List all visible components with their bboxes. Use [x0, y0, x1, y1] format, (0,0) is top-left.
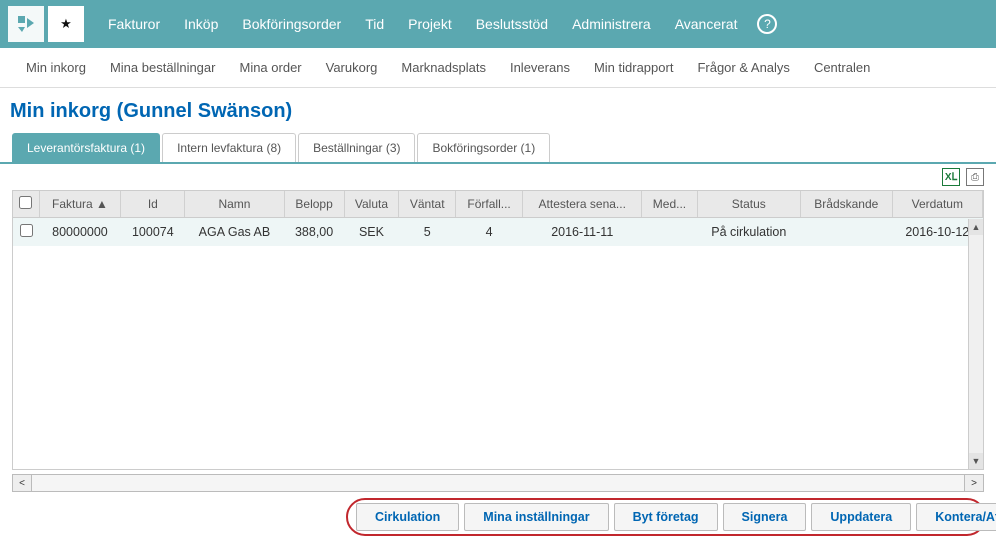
col-belopp[interactable]: Belopp — [284, 191, 344, 218]
cell-med — [642, 218, 697, 247]
select-all-checkbox[interactable] — [19, 196, 32, 209]
export-excel-icon[interactable]: XⅬ — [942, 168, 960, 186]
page-title: Min inkorg (Gunnel Swänson) — [0, 88, 996, 133]
cell-forfall: 4 — [456, 218, 523, 247]
cell-belopp: 388,00 — [284, 218, 344, 247]
col-med[interactable]: Med... — [642, 191, 697, 218]
subnav-min-tidrapport[interactable]: Min tidrapport — [584, 48, 683, 88]
row-checkbox[interactable] — [20, 224, 33, 237]
tab-bestallningar[interactable]: Beställningar (3) — [298, 133, 415, 162]
uppdatera-button[interactable]: Uppdatera — [811, 503, 911, 531]
cell-namn: AGA Gas AB — [185, 218, 284, 247]
scroll-left-icon[interactable]: < — [12, 474, 32, 492]
help-icon[interactable]: ? — [757, 14, 777, 34]
table-header-row: Faktura ▲ Id Namn Belopp Valuta Väntat F… — [13, 191, 983, 218]
scroll-track[interactable] — [32, 474, 964, 492]
subnav-mina-bestallningar[interactable]: Mina beställningar — [100, 48, 226, 88]
nav-projekt[interactable]: Projekt — [398, 0, 462, 48]
cell-vantat: 5 — [399, 218, 456, 247]
col-status[interactable]: Status — [697, 191, 800, 218]
col-verdatum[interactable]: Verdatum — [892, 191, 982, 218]
col-bradskande[interactable]: Brådskande — [801, 191, 893, 218]
invoice-table: Faktura ▲ Id Namn Belopp Valuta Väntat F… — [13, 191, 983, 246]
tab-row: Leverantörsfaktura (1) Intern levfaktura… — [0, 133, 996, 164]
col-valuta[interactable]: Valuta — [344, 191, 399, 218]
sub-navbar: Min inkorg Mina beställningar Mina order… — [0, 48, 996, 88]
subnav-min-inkorg[interactable]: Min inkorg — [16, 48, 96, 88]
nav-avancerat[interactable]: Avancerat — [665, 0, 748, 48]
action-buttons: Cirkulation Mina inställningar Byt föret… — [356, 503, 976, 531]
cell-bradskande — [801, 218, 893, 247]
tab-intern-levfaktura[interactable]: Intern levfaktura (8) — [162, 133, 296, 162]
invoice-table-container: Faktura ▲ Id Namn Belopp Valuta Väntat F… — [12, 190, 984, 470]
table-row[interactable]: 80000000 100074 AGA Gas AB 388,00 SEK 5 … — [13, 218, 983, 247]
actions-area: Cirkulation Mina inställningar Byt föret… — [8, 498, 988, 540]
cell-status: På cirkulation — [697, 218, 800, 247]
star-icon: ★ — [60, 16, 72, 32]
cirkulation-button[interactable]: Cirkulation — [356, 503, 459, 531]
col-vantat[interactable]: Väntat — [399, 191, 456, 218]
subnav-inleverans[interactable]: Inleverans — [500, 48, 580, 88]
print-icon[interactable]: ⎙ — [966, 168, 984, 186]
nav-tid[interactable]: Tid — [355, 0, 394, 48]
col-forfall[interactable]: Förfall... — [456, 191, 523, 218]
col-id[interactable]: Id — [121, 191, 185, 218]
kontera-attestera-button[interactable]: Kontera/Attestera — [916, 503, 996, 531]
scroll-down-icon[interactable]: ▼ — [969, 453, 983, 469]
byt-foretag-button[interactable]: Byt företag — [614, 503, 718, 531]
table-toolbar: XⅬ ⎙ — [0, 164, 996, 190]
col-namn[interactable]: Namn — [185, 191, 284, 218]
col-faktura[interactable]: Faktura ▲ — [39, 191, 121, 218]
top-navbar: ★ Fakturor Inköp Bokföringsorder Tid Pro… — [0, 0, 996, 48]
col-attestera[interactable]: Attestera sena... — [523, 191, 642, 218]
subnav-marknadsplats[interactable]: Marknadsplats — [391, 48, 496, 88]
nav-administrera[interactable]: Administrera — [562, 0, 661, 48]
nav-beslutsstod[interactable]: Beslutsstöd — [466, 0, 558, 48]
subnav-varukorg[interactable]: Varukorg — [316, 48, 388, 88]
subnav-mina-order[interactable]: Mina order — [229, 48, 311, 88]
col-checkbox — [13, 191, 39, 218]
nav-bokforingsorder[interactable]: Bokföringsorder — [232, 0, 351, 48]
favorites-button[interactable]: ★ — [48, 6, 84, 42]
vertical-scrollbar[interactable]: ▲ ▼ — [968, 219, 983, 469]
tab-leverantorsfaktura[interactable]: Leverantörsfaktura (1) — [12, 133, 160, 162]
cell-faktura: 80000000 — [39, 218, 121, 247]
nav-inkop[interactable]: Inköp — [174, 0, 228, 48]
horizontal-scrollbar[interactable]: < > — [12, 474, 984, 492]
subnav-centralen[interactable]: Centralen — [804, 48, 880, 88]
mina-installningar-button[interactable]: Mina inställningar — [464, 503, 608, 531]
cell-attestera: 2016-11-11 — [523, 218, 642, 247]
cell-valuta: SEK — [344, 218, 399, 247]
subnav-fragor-analys[interactable]: Frågor & Analys — [687, 48, 800, 88]
scroll-up-icon[interactable]: ▲ — [969, 219, 983, 235]
signera-button[interactable]: Signera — [723, 503, 807, 531]
app-logo[interactable] — [8, 6, 44, 42]
nav-fakturor[interactable]: Fakturor — [98, 0, 170, 48]
scroll-right-icon[interactable]: > — [964, 474, 984, 492]
tab-bokforingsorder[interactable]: Bokföringsorder (1) — [417, 133, 550, 162]
cell-id: 100074 — [121, 218, 185, 247]
